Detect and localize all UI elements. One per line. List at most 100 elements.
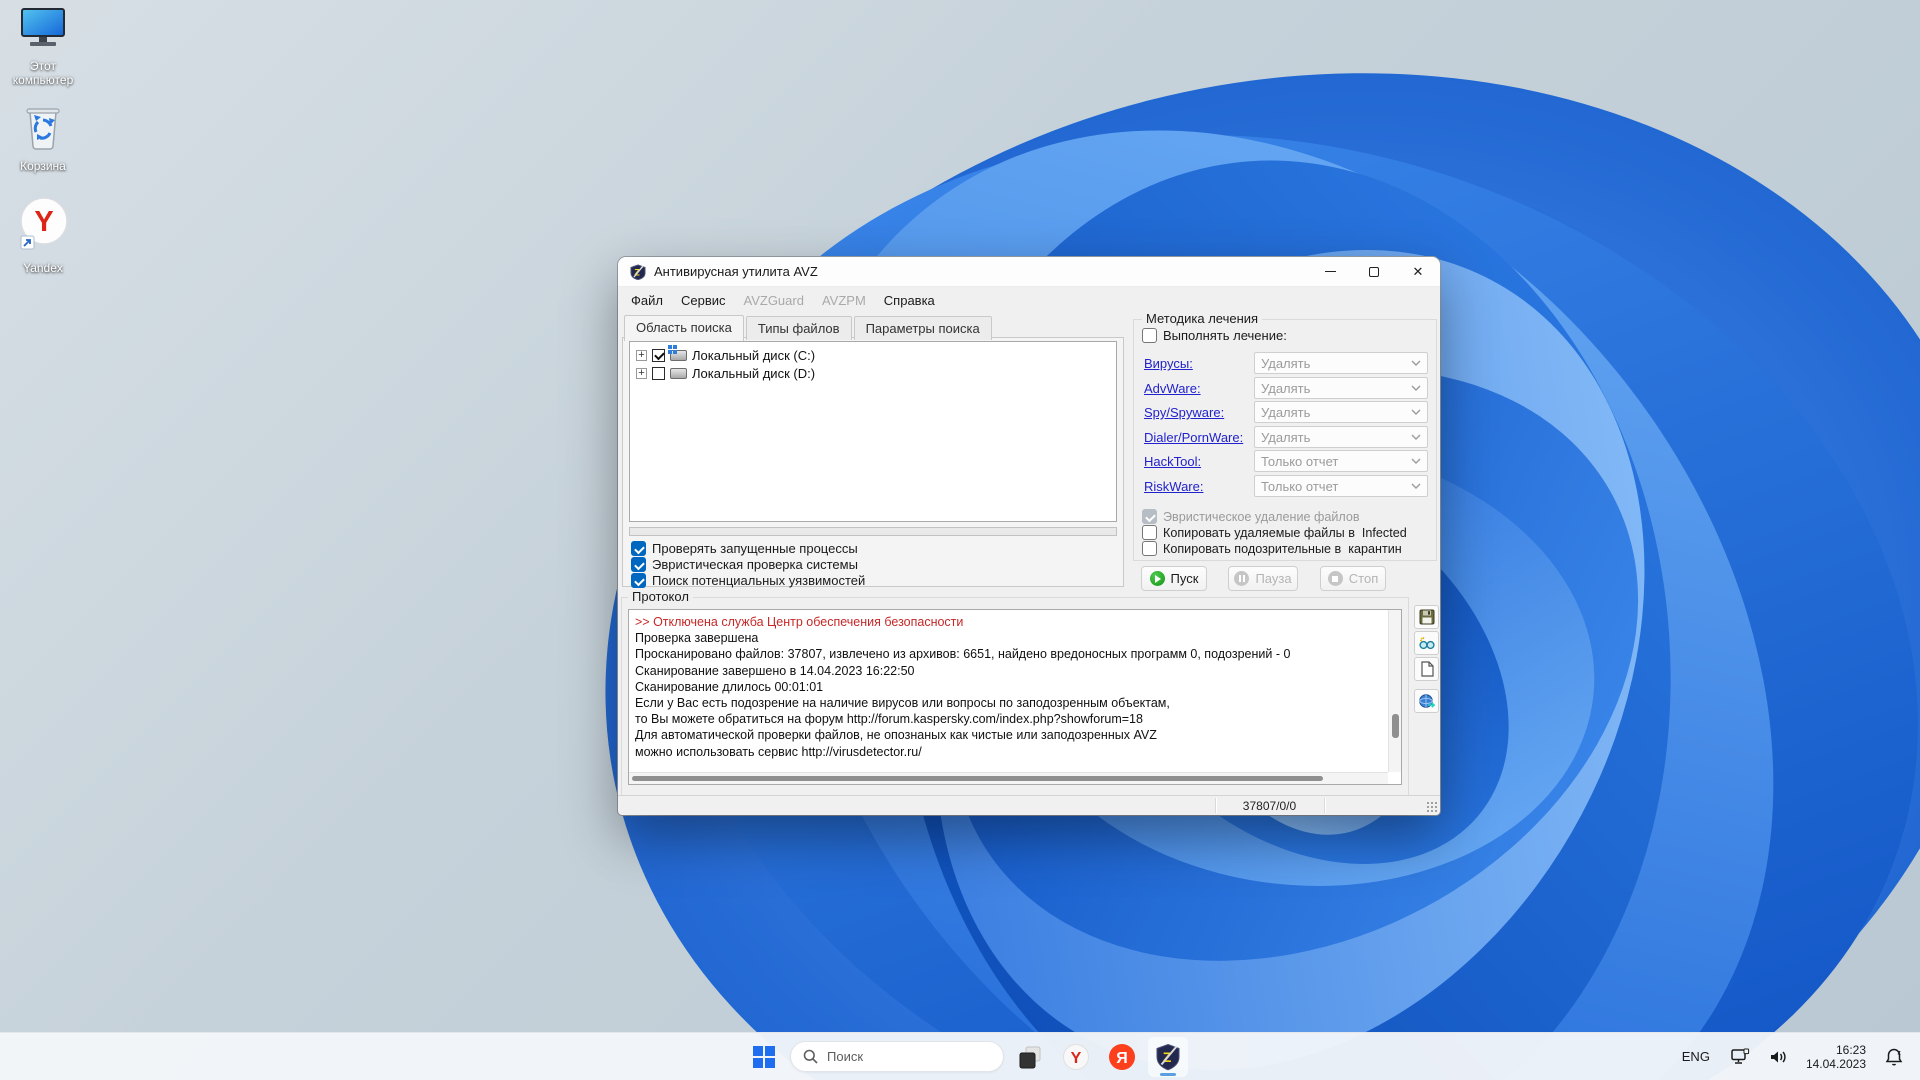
notification-bell-icon: z: [1885, 1048, 1903, 1066]
yandex-red-icon: Я: [1109, 1043, 1135, 1070]
language-indicator[interactable]: ENG: [1674, 1045, 1718, 1068]
menu-avzguard: AVZGuard: [743, 292, 804, 308]
tab-file-types[interactable]: Типы файлов: [745, 316, 852, 340]
dialer-action-select[interactable]: Удалять: [1254, 426, 1428, 448]
taskbar-center: Поиск Y Я: [744, 1033, 1188, 1080]
speaker-icon: [1770, 1051, 1786, 1062]
menu-service[interactable]: Сервис: [672, 290, 735, 311]
desktop-icon-recycle-bin[interactable]: Корзина: [0, 104, 86, 173]
save-log-button[interactable]: [1414, 605, 1439, 629]
option-label: Копировать подозрительные в карантин: [1163, 541, 1402, 556]
viruses-link[interactable]: Вирусы:: [1144, 356, 1193, 371]
viruses-action-select[interactable]: Удалять: [1254, 352, 1428, 374]
dialer-pornware-link[interactable]: Dialer/PornWare:: [1144, 430, 1243, 445]
log-vertical-scrollbar[interactable]: [1388, 610, 1401, 772]
network-tray-button[interactable]: [1724, 1044, 1756, 1070]
treatment-groupbox: Методика лечения Выполнять лечение: Виру…: [1133, 311, 1437, 561]
menu-help[interactable]: Справка: [875, 290, 944, 311]
option-vulnerability-search[interactable]: Поиск потенциальных уязвимостей: [631, 573, 865, 588]
riskware-link[interactable]: RiskWare:: [1144, 479, 1203, 494]
option-label: Эвристическое удаление файлов: [1163, 509, 1360, 524]
desktop-icon-this-pc[interactable]: Этот компьютер: [0, 8, 86, 87]
tree-row-disk-c[interactable]: + Локальный диск (C:): [632, 344, 1114, 364]
window-titlebar[interactable]: Z Антивирусная утилита AVZ ✕: [618, 257, 1440, 287]
spyware-action-select[interactable]: Удалять: [1254, 401, 1428, 423]
analyze-button[interactable]: [1414, 631, 1439, 655]
checkbox-unchecked[interactable]: [1142, 328, 1157, 343]
advware-action-select[interactable]: Удалять: [1254, 377, 1428, 399]
web-service-icon: [1419, 694, 1435, 708]
scrollbar-thumb[interactable]: [1392, 713, 1399, 738]
stop-button: Стоп: [1320, 566, 1386, 591]
chevron-down-icon: [1411, 360, 1421, 366]
recycle-bin-icon: [26, 108, 60, 150]
clock-date: 14.04.2023: [1805, 1056, 1866, 1071]
taskbar-search-box[interactable]: Поиск: [790, 1041, 1004, 1072]
checkbox-checked[interactable]: [631, 541, 646, 556]
taskbar-app-yandex-browser[interactable]: Y: [1056, 1037, 1096, 1077]
minimize-button[interactable]: [1308, 257, 1352, 286]
protocol-log[interactable]: >> Отключена служба Центр обеспечения бе…: [628, 609, 1402, 785]
menu-file[interactable]: Файл: [622, 290, 672, 311]
hacktool-link[interactable]: HackTool:: [1144, 454, 1201, 469]
close-icon: ✕: [1412, 264, 1424, 279]
checkbox-checked[interactable]: [631, 573, 646, 588]
expand-icon[interactable]: +: [636, 367, 647, 379]
log-horizontal-scrollbar[interactable]: [629, 772, 1388, 784]
option-heuristic-check[interactable]: Эвристическая проверка системы: [631, 557, 858, 572]
expand-icon[interactable]: +: [636, 349, 647, 361]
log-line: Сканирование завершено в 14.04.2023 16:2…: [635, 663, 915, 678]
new-document-icon: [1420, 661, 1434, 677]
notification-bell-button[interactable]: z: [1878, 1043, 1910, 1071]
avz-app-icon: Z: [630, 263, 646, 280]
active-app-indicator: [1160, 1072, 1176, 1076]
volume-tray-button[interactable]: [1762, 1044, 1794, 1070]
spyware-link[interactable]: Spy/Spyware:: [1144, 405, 1224, 420]
start-button-label: Пуск: [1170, 571, 1199, 586]
scrollbar-thumb[interactable]: [632, 776, 1323, 781]
copy-suspicious-option[interactable]: Копировать подозрительные в карантин: [1142, 541, 1402, 556]
web-service-button[interactable]: [1414, 689, 1439, 713]
taskbar-app-avz[interactable]: Z: [1148, 1036, 1188, 1077]
maximize-button[interactable]: [1352, 257, 1396, 286]
resize-grip[interactable]: [1427, 802, 1437, 812]
scan-counter: 37807/0/0: [1242, 798, 1297, 813]
start-menu-button[interactable]: [744, 1037, 784, 1077]
taskbar-app-yandex[interactable]: Я: [1102, 1037, 1142, 1077]
log-line: то Вы можете обратиться на форум http://…: [635, 712, 1143, 727]
clock[interactable]: 16:23 14.04.2023: [1800, 1043, 1872, 1071]
disk-d-checkbox[interactable]: [652, 366, 665, 380]
checkbox-checked[interactable]: [631, 557, 646, 572]
tree-row-disk-d[interactable]: + Локальный диск (D:): [632, 364, 1114, 382]
select-value: Удалять: [1261, 404, 1311, 420]
new-document-button[interactable]: [1414, 657, 1439, 681]
perform-treatment-option[interactable]: Выполнять лечение:: [1142, 328, 1287, 343]
tab-search-area[interactable]: Область поиска: [624, 315, 744, 341]
taskbar-tray: ENG 16:23 14.04.2023 z: [1674, 1033, 1910, 1080]
disk-tree[interactable]: + Локальный диск (C:) + Локальный диск (…: [629, 341, 1117, 522]
desktop-icon-label: Корзина: [20, 159, 66, 173]
checkbox-unchecked[interactable]: [1142, 525, 1157, 540]
checkbox-unchecked[interactable]: [1142, 541, 1157, 556]
start-button[interactable]: Пуск: [1141, 566, 1207, 591]
maximize-icon: [1369, 266, 1379, 277]
riskware-action-select[interactable]: Только отчет: [1254, 475, 1428, 497]
taskbar-app-snipping[interactable]: [1010, 1037, 1050, 1077]
chevron-down-icon: [1411, 409, 1421, 415]
close-button[interactable]: ✕: [1396, 257, 1440, 286]
disk-c-checkbox[interactable]: [652, 348, 665, 362]
tree-item-label: Локальный диск (D:): [692, 365, 816, 381]
option-label: Поиск потенциальных уязвимостей: [652, 573, 866, 588]
svg-text:z: z: [1898, 1049, 1902, 1056]
log-line: Сканирование длилось 00:01:01: [635, 679, 824, 694]
dark-window-icon: [1019, 1046, 1041, 1068]
hacktool-action-select[interactable]: Только отчет: [1254, 450, 1428, 472]
advware-link[interactable]: AdvWare:: [1144, 381, 1201, 396]
tab-search-params[interactable]: Параметры поиска: [853, 316, 992, 340]
window-title: Антивирусная утилита AVZ: [654, 264, 818, 279]
copy-deleted-option[interactable]: Копировать удаляемые файлы в Infected: [1142, 525, 1407, 540]
desktop-icon-yandex[interactable]: Y Yandex: [0, 196, 86, 275]
protocol-log-text[interactable]: >> Отключена служба Центр обеспечения бе…: [629, 610, 1388, 772]
stop-icon: [1327, 571, 1343, 586]
option-check-processes[interactable]: Проверять запущенные процессы: [631, 541, 858, 556]
